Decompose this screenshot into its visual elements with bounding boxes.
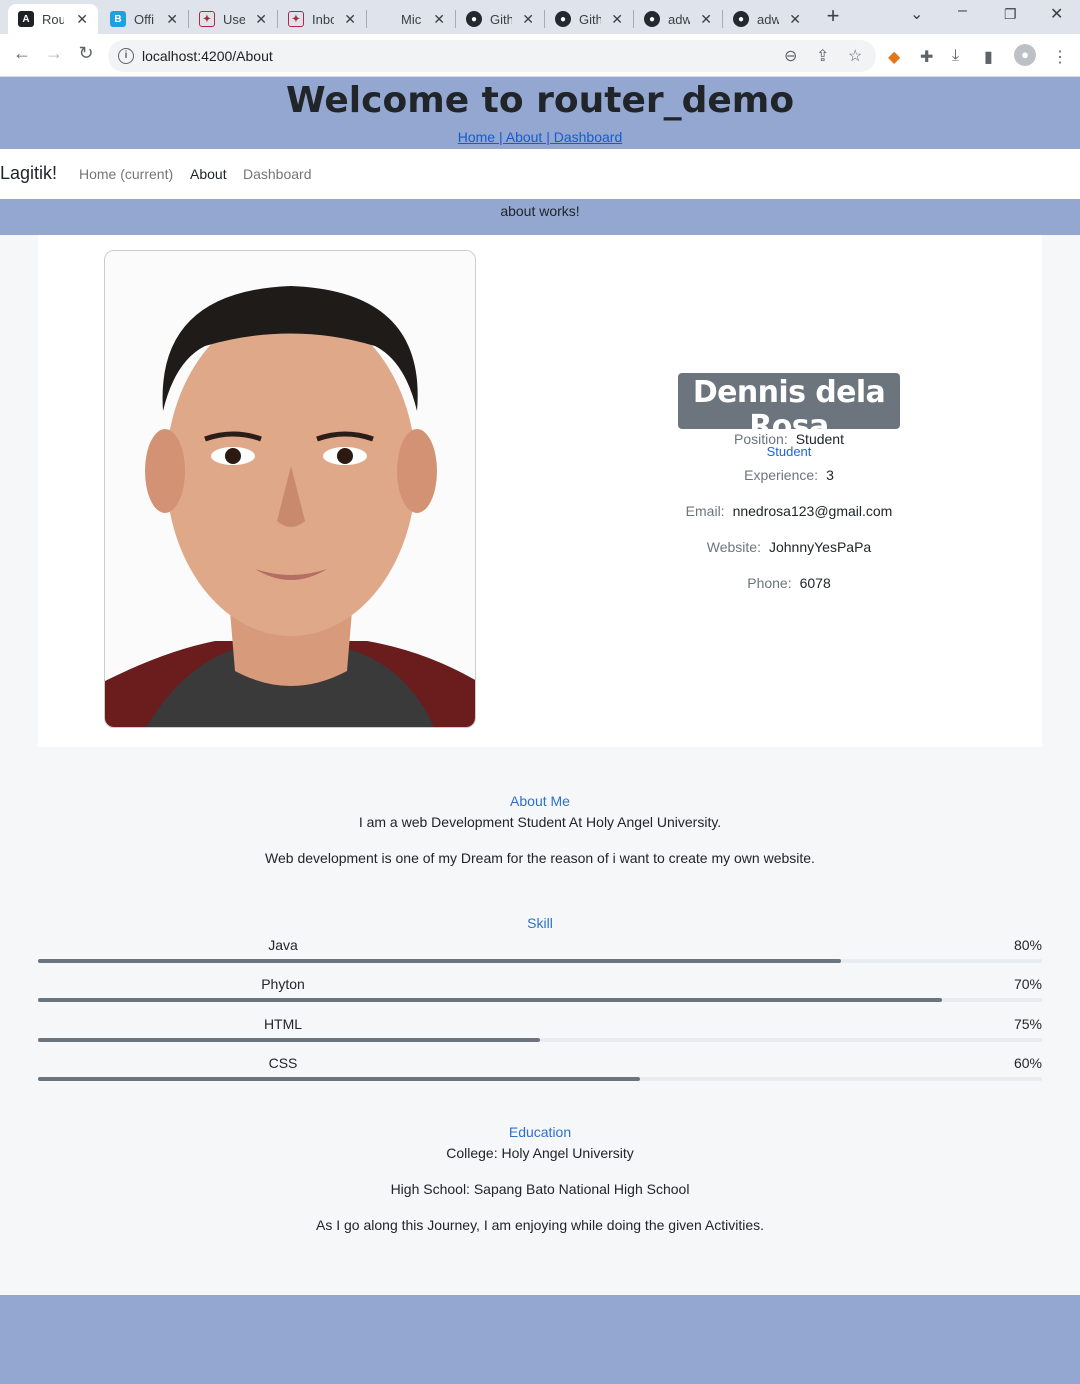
skill-bar-fill [38, 959, 842, 963]
browser-toolbar: ← → ↻ i localhost:4200/About ⊖ ⇪ ☆ ◆ ✚ ⤓… [0, 34, 1080, 77]
school-icon: ✦ [288, 11, 304, 27]
page-title: Welcome to router_demo [285, 80, 795, 121]
education-journey: As I go along this Journey, I am enjoyin… [316, 1217, 764, 1233]
close-tab-icon[interactable]: ✕ [166, 11, 178, 28]
skill-html: HTML 75% [38, 1016, 1042, 1056]
tab-5[interactable]: ● Gith ✕ [456, 4, 544, 34]
about-title: About Me [510, 793, 570, 809]
skill-bar-fill [38, 998, 942, 1002]
skill-bar [38, 959, 1042, 963]
tab-2[interactable]: ✦ Use ✕ [189, 4, 277, 34]
tab-3[interactable]: ✦ Inbc ✕ [278, 4, 366, 34]
close-tab-icon[interactable]: ✕ [611, 11, 623, 28]
metamask-icon[interactable]: ◆ [888, 47, 900, 67]
skill-title: Skill [527, 915, 553, 931]
skill-java: Java 80% [38, 937, 1042, 977]
tab-search-icon[interactable]: ⌄ [910, 4, 923, 24]
address-bar[interactable]: i localhost:4200/About ⊖ ⇪ ☆ [108, 40, 876, 72]
education-title: Education [508, 1124, 572, 1140]
nav-dashboard[interactable]: Dashboard [243, 166, 312, 182]
tab-0[interactable]: A Rou ✕ [8, 4, 98, 34]
site-header: Welcome to router_demo Home | About | Da… [0, 77, 1080, 149]
forward-icon[interactable]: → [42, 43, 66, 64]
header-links[interactable]: Home | About | Dashboard [458, 129, 622, 145]
angular-icon: A [18, 11, 34, 27]
site-footer [0, 1295, 1080, 1384]
tab-1[interactable]: B Offi ✕ [100, 4, 188, 34]
tab-8[interactable]: ● adw ✕ [723, 4, 811, 34]
info-experience: Experience: 3 [744, 467, 834, 483]
reload-icon[interactable]: ↻ [74, 43, 98, 64]
info-email: Email: nnedrosa123@gmail.com [685, 503, 893, 519]
about-line-1: I am a web Development Student At Holy A… [358, 814, 722, 830]
close-window-icon[interactable]: ✕ [1050, 4, 1063, 24]
skill-bar [38, 998, 1042, 1002]
extensions-icon[interactable]: ✚ [920, 47, 933, 67]
browser-tab-bar: A Rou ✕ B Offi ✕ ✦ Use ✕ ✦ Inbc ✕ Mic ✕ … [0, 0, 1080, 34]
skill-css: CSS 60% [38, 1055, 1042, 1095]
bookmark-star-icon[interactable]: ☆ [848, 46, 862, 66]
side-panel-icon[interactable]: ▮ [984, 47, 993, 67]
info-position: Position: Student [734, 431, 844, 447]
share-icon[interactable]: ⇪ [816, 46, 829, 66]
name-badge: Dennis dela Rosa Student [678, 373, 900, 459]
restore-icon[interactable]: ❐ [1004, 6, 1017, 23]
nav-about[interactable]: About [190, 166, 227, 182]
bootstrap-icon: B [110, 11, 126, 27]
tab-6[interactable]: ● Gith ✕ [545, 4, 633, 34]
about-works-banner: about works! [0, 199, 1080, 235]
skill-bar-fill [38, 1038, 540, 1042]
close-tab-icon[interactable]: ✕ [76, 11, 88, 28]
skill-bar [38, 1038, 1042, 1042]
new-tab-icon[interactable]: + [822, 4, 844, 30]
close-tab-icon[interactable]: ✕ [789, 11, 801, 28]
education-college: College: Holy Angel University [446, 1145, 634, 1161]
school-icon: ✦ [199, 11, 215, 27]
navbar-brand[interactable]: Lagitik! [0, 163, 57, 184]
skill-bar [38, 1077, 1042, 1081]
tab-4[interactable]: Mic ✕ [367, 4, 455, 34]
zoom-icon[interactable]: ⊖ [784, 46, 797, 66]
info-phone: Phone: 6078 [747, 575, 831, 591]
close-tab-icon[interactable]: ✕ [522, 11, 534, 28]
profile-card: Dennis dela Rosa Student Position: Studen… [38, 235, 1042, 747]
info-website: Website: JohnnyYesPaPa [706, 539, 872, 555]
tab-7[interactable]: ● adw ✕ [634, 4, 722, 34]
skill-bar-fill [38, 1077, 641, 1081]
close-tab-icon[interactable]: ✕ [255, 11, 267, 28]
navbar: Lagitik! Home (current) About Dashboard [0, 149, 1080, 199]
skill-phyton: Phyton 70% [38, 976, 1042, 1016]
github-icon: ● [733, 11, 749, 27]
download-icon[interactable]: ⤓ [952, 47, 959, 65]
profile-avatar-icon[interactable]: ● [1014, 44, 1036, 66]
close-tab-icon[interactable]: ✕ [700, 11, 712, 28]
page-content: Welcome to router_demo Home | About | Da… [0, 77, 1080, 1384]
microsoft-icon [377, 11, 393, 27]
about-line-2: Web development is one of my Dream for t… [265, 850, 815, 866]
github-icon: ● [644, 11, 660, 27]
minimize-icon[interactable]: – [958, 2, 967, 20]
menu-kebab-icon[interactable]: ⋮ [1052, 47, 1068, 67]
close-tab-icon[interactable]: ✕ [433, 11, 445, 28]
close-tab-icon[interactable]: ✕ [344, 11, 356, 28]
profile-photo [104, 250, 476, 728]
url-text[interactable]: localhost:4200/About [142, 48, 273, 64]
github-icon: ● [555, 11, 571, 27]
info-icon[interactable]: i [118, 48, 134, 64]
back-icon[interactable]: ← [10, 43, 34, 64]
nav-home[interactable]: Home (current) [79, 166, 173, 182]
education-highschool: High School: Sapang Bato National High S… [390, 1181, 690, 1197]
github-icon: ● [466, 11, 482, 27]
